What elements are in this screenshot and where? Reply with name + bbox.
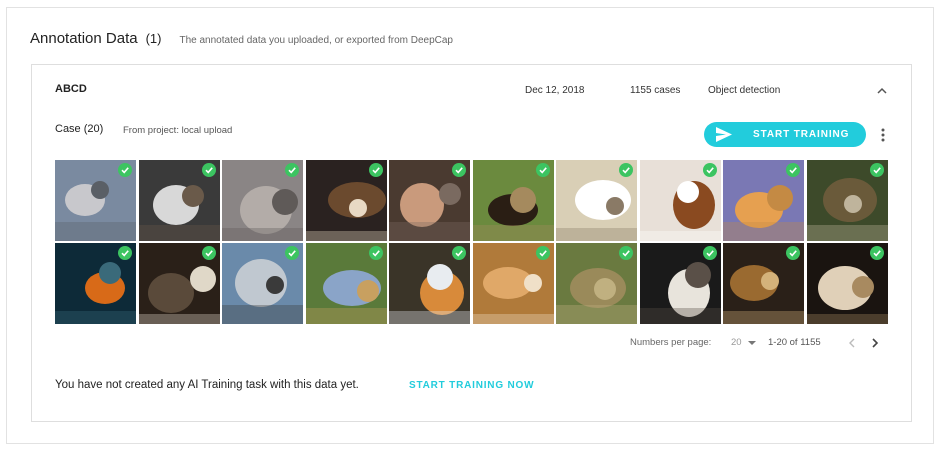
- image-thumbnail[interactable]: [305, 160, 387, 241]
- image-thumbnail[interactable]: [806, 160, 888, 241]
- page-range: 1-20 of 1155: [768, 337, 821, 348]
- dataset-case-count: 1155 cases: [630, 85, 681, 96]
- image-thumbnail[interactable]: [138, 160, 220, 241]
- check-circle-icon: [368, 163, 383, 177]
- caret-down-icon: [748, 341, 756, 345]
- check-circle-icon: [535, 246, 550, 260]
- image-thumbnail[interactable]: [556, 160, 637, 241]
- check-circle-icon: [118, 163, 132, 177]
- check-circle-icon: [869, 163, 884, 177]
- check-circle-icon: [201, 246, 216, 260]
- dataset-date: Dec 12, 2018: [525, 85, 585, 96]
- check-circle-icon: [702, 246, 717, 260]
- per-page-select[interactable]: 20: [731, 335, 759, 351]
- check-circle-icon: [368, 246, 383, 260]
- dataset-name: ABCD: [55, 83, 87, 95]
- image-thumbnail[interactable]: [806, 243, 888, 324]
- section-count: (1): [145, 31, 162, 46]
- check-circle-icon: [118, 246, 132, 260]
- annotation-data-panel: Annotation Data (1) The annotated data y…: [6, 7, 934, 444]
- check-circle-icon: [869, 246, 884, 260]
- image-thumbnail[interactable]: [222, 160, 303, 241]
- image-thumbnail[interactable]: [723, 243, 804, 324]
- check-circle-icon: [786, 246, 800, 260]
- image-thumbnail[interactable]: [556, 243, 637, 324]
- section-header: Annotation Data (1) The annotated data y…: [30, 30, 453, 52]
- image-thumbnail[interactable]: [138, 243, 220, 324]
- chevron-left-icon[interactable]: [846, 336, 858, 350]
- dataset-summary-row[interactable]: ABCD Dec 12, 2018 1155 cases Object dete…: [32, 65, 911, 115]
- start-training-button[interactable]: START TRAINING: [704, 122, 866, 147]
- check-circle-icon: [702, 163, 717, 177]
- image-thumbnail[interactable]: [55, 243, 136, 324]
- case-title: Case (20): [55, 123, 104, 135]
- image-thumbnail[interactable]: [472, 160, 554, 241]
- check-circle-icon: [285, 246, 299, 260]
- image-thumbnail[interactable]: [389, 160, 470, 241]
- check-circle-icon: [452, 246, 466, 260]
- no-training-notice: You have not created any AI Training tas…: [55, 379, 359, 391]
- check-circle-icon: [285, 163, 299, 177]
- image-thumbnail[interactable]: [55, 160, 136, 241]
- image-thumbnail[interactable]: [639, 243, 721, 324]
- image-thumbnail[interactable]: [305, 243, 387, 324]
- check-circle-icon: [619, 246, 633, 260]
- check-circle-icon: [619, 163, 633, 177]
- section-description: The annotated data you uploaded, or expo…: [179, 35, 453, 46]
- per-page-label: Numbers per page:: [630, 337, 712, 348]
- start-training-label: START TRAINING: [753, 129, 850, 140]
- image-thumbnail[interactable]: [472, 243, 554, 324]
- image-thumbnail[interactable]: [639, 160, 721, 241]
- check-circle-icon: [452, 163, 466, 177]
- image-thumbnail[interactable]: [723, 160, 804, 241]
- image-grid: [55, 160, 888, 326]
- send-icon: [716, 127, 732, 142]
- section-title: Annotation Data: [30, 30, 138, 47]
- start-training-now-link[interactable]: START TRAINING NOW: [409, 380, 534, 391]
- chevron-right-icon[interactable]: [869, 336, 881, 350]
- check-circle-icon: [201, 163, 216, 177]
- image-thumbnail[interactable]: [389, 243, 470, 324]
- more-vert-icon[interactable]: [877, 127, 889, 143]
- chevron-up-icon[interactable]: [875, 84, 889, 98]
- dataset-type: Object detection: [708, 85, 781, 96]
- image-thumbnail[interactable]: [222, 243, 303, 324]
- check-circle-icon: [535, 163, 550, 177]
- check-circle-icon: [786, 163, 800, 177]
- dataset-card: ABCD Dec 12, 2018 1155 cases Object dete…: [31, 64, 912, 422]
- pagination: Numbers per page: 20 1-20 of 1155: [32, 333, 911, 353]
- from-project: From project: local upload: [123, 125, 233, 136]
- per-page-value: 20: [731, 337, 742, 348]
